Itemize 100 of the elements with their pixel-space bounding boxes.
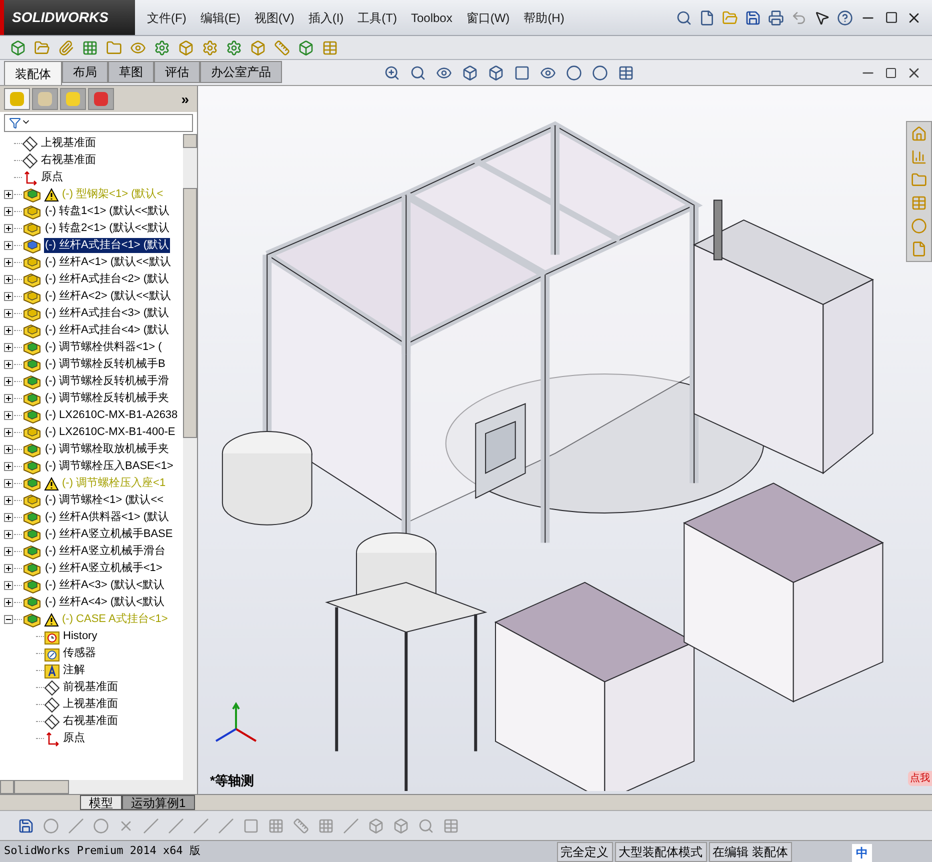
menu-item[interactable]: 编辑(E) bbox=[200, 8, 240, 26]
command-tab[interactable]: 评估 bbox=[154, 61, 200, 83]
expand-toggle[interactable] bbox=[4, 360, 13, 369]
expand-toggle[interactable] bbox=[4, 479, 13, 488]
command-tab[interactable]: 草图 bbox=[108, 61, 154, 83]
tree-item[interactable]: (-) 丝杆A竖立机械手BASE bbox=[44, 527, 174, 542]
component-icon bbox=[22, 510, 42, 526]
tree-item[interactable]: (-) 调节螺栓供料器<1> ( bbox=[44, 340, 163, 355]
component-icon bbox=[22, 526, 42, 542]
component-icon bbox=[22, 458, 42, 474]
tree-item[interactable]: (-) 丝杆A式挂台<2> (默认 bbox=[44, 272, 170, 287]
expand-toggle[interactable] bbox=[4, 190, 13, 199]
tree-item[interactable]: 右视基准面 bbox=[40, 153, 97, 168]
tree-item[interactable]: 前视基准面 bbox=[62, 680, 119, 695]
tree-item[interactable]: (-) 丝杆A<2> (默认<<默认 bbox=[44, 289, 172, 304]
tree-item[interactable]: (-) 调节螺栓压入BASE<1> bbox=[44, 459, 174, 474]
expand-toggle[interactable] bbox=[4, 377, 13, 386]
expand-toggle[interactable] bbox=[4, 445, 13, 454]
component-icon bbox=[22, 492, 42, 508]
expand-panel-button[interactable]: » bbox=[177, 88, 193, 110]
menu-item[interactable]: 插入(I) bbox=[308, 8, 344, 26]
menu-item[interactable]: Toolbox bbox=[410, 8, 452, 26]
menu-item[interactable]: 工具(T) bbox=[358, 8, 397, 26]
origin-icon bbox=[44, 730, 60, 746]
view-tool-icon[interactable] bbox=[590, 63, 610, 83]
expand-toggle[interactable] bbox=[4, 224, 13, 233]
expand-toggle[interactable] bbox=[4, 343, 13, 352]
view-orientation-label: *等轴测 bbox=[210, 772, 254, 790]
toolbar-icon[interactable] bbox=[272, 38, 292, 58]
tree-item[interactable]: (-) 丝杆A<4> (默认<默认 bbox=[44, 595, 166, 610]
tree-item[interactable]: (-) 调节螺栓反转机械手B bbox=[44, 357, 166, 372]
model-tab[interactable]: 运动算例1 bbox=[122, 795, 195, 810]
tree-item[interactable]: (-) LX2610C-MX-B1-A2638 bbox=[44, 408, 179, 423]
component-icon bbox=[22, 306, 42, 322]
plane-icon bbox=[44, 714, 60, 730]
tree-item[interactable]: (-) 丝杆A<1> (默认<<默认 bbox=[44, 255, 172, 270]
expand-toggle[interactable] bbox=[4, 411, 13, 420]
tree-item[interactable]: (-) 调节螺栓<1> (默认<< bbox=[44, 493, 165, 508]
expand-toggle[interactable] bbox=[4, 462, 13, 471]
tree-item[interactable]: (-) 调节螺栓反转机械手夹 bbox=[44, 391, 170, 406]
tree-item[interactable]: 上视基准面 bbox=[40, 136, 97, 151]
model-tab[interactable]: 模型 bbox=[80, 795, 122, 810]
tree-item[interactable]: (-) 丝杆A式挂台<1> (默认 bbox=[44, 238, 170, 253]
expand-toggle[interactable] bbox=[4, 581, 13, 590]
menu-item[interactable]: 视图(V) bbox=[254, 8, 294, 26]
expand-toggle[interactable] bbox=[4, 564, 13, 573]
tree-item[interactable]: 右视基准面 bbox=[62, 714, 119, 729]
menu-item[interactable]: 文件(F) bbox=[147, 8, 186, 26]
tree-item[interactable]: (-) 丝杆A竖立机械手滑台 bbox=[44, 544, 166, 559]
expand-toggle[interactable] bbox=[4, 598, 13, 607]
model-viewport[interactable]: *等轴测 点我 bbox=[198, 86, 932, 794]
tree-item[interactable]: 传感器 bbox=[62, 646, 97, 661]
tree-item[interactable]: 注解 bbox=[62, 663, 86, 678]
expand-toggle[interactable] bbox=[4, 241, 13, 250]
tree-item[interactable]: 原点 bbox=[62, 731, 86, 746]
expand-toggle[interactable] bbox=[4, 547, 13, 556]
tree-item[interactable]: (-) 丝杆A竖立机械手<1> bbox=[44, 561, 164, 576]
tree-item[interactable]: (-) LX2610C-MX-B1-400-E bbox=[44, 425, 176, 440]
tree-item[interactable]: (-) 转盘1<1> (默认<<默认 bbox=[44, 204, 171, 219]
panel-tab[interactable] bbox=[4, 88, 30, 110]
expand-toggle[interactable] bbox=[4, 428, 13, 437]
ad-badge[interactable]: 点我 bbox=[908, 771, 932, 786]
expand-toggle[interactable] bbox=[4, 530, 13, 539]
expand-toggle[interactable] bbox=[4, 207, 13, 216]
component-icon bbox=[22, 186, 42, 202]
expand-toggle[interactable] bbox=[4, 326, 13, 335]
tree-item[interactable]: 上视基准面 bbox=[62, 697, 119, 712]
tree-item[interactable]: (-) 丝杆A<3> (默认<默认 bbox=[44, 578, 166, 593]
expand-toggle[interactable] bbox=[4, 615, 13, 624]
ime-indicator[interactable]: 中 bbox=[852, 844, 872, 862]
command-tab[interactable]: 办公室产品 bbox=[200, 61, 282, 83]
tree-item[interactable]: (-) 调节螺栓取放机械手夹 bbox=[44, 442, 170, 457]
tree-item[interactable]: History bbox=[62, 629, 98, 644]
tree-item[interactable]: (-) 转盘2<1> (默认<<默认 bbox=[44, 221, 171, 236]
command-tab[interactable]: 布局 bbox=[62, 61, 108, 83]
plane-icon bbox=[22, 152, 38, 168]
expand-toggle[interactable] bbox=[4, 513, 13, 522]
tree-item[interactable]: (-) 丝杆A供料器<1> (默认 bbox=[44, 510, 170, 525]
view-tool-icon[interactable] bbox=[564, 63, 584, 83]
printer-icon[interactable] bbox=[766, 8, 786, 28]
command-tab[interactable]: 装配体 bbox=[4, 61, 62, 85]
vertical-scrollbar[interactable] bbox=[183, 134, 197, 780]
expand-toggle[interactable] bbox=[4, 292, 13, 301]
tree-item[interactable]: 原点 bbox=[40, 170, 64, 185]
expand-toggle[interactable] bbox=[4, 258, 13, 267]
expand-toggle[interactable] bbox=[4, 275, 13, 284]
tree-item[interactable]: (-) 丝杆A式挂台<3> (默认 bbox=[44, 306, 170, 321]
menu-item[interactable]: 帮助(H) bbox=[524, 8, 564, 26]
expand-toggle[interactable] bbox=[4, 309, 13, 318]
origin-icon bbox=[22, 170, 38, 186]
filter-icon[interactable] bbox=[9, 117, 31, 129]
component-icon bbox=[22, 374, 42, 390]
plane-icon bbox=[44, 696, 60, 712]
menu-item[interactable]: 窗口(W) bbox=[466, 8, 510, 26]
tree-item[interactable]: (-) 丝杆A式挂台<4> (默认 bbox=[44, 323, 170, 338]
expand-toggle[interactable] bbox=[4, 496, 13, 505]
tree-item[interactable]: (-) 调节螺栓反转机械手滑 bbox=[44, 374, 170, 389]
horizontal-scrollbar[interactable] bbox=[0, 780, 197, 794]
help-icon[interactable] bbox=[835, 8, 855, 28]
expand-toggle[interactable] bbox=[4, 394, 13, 403]
